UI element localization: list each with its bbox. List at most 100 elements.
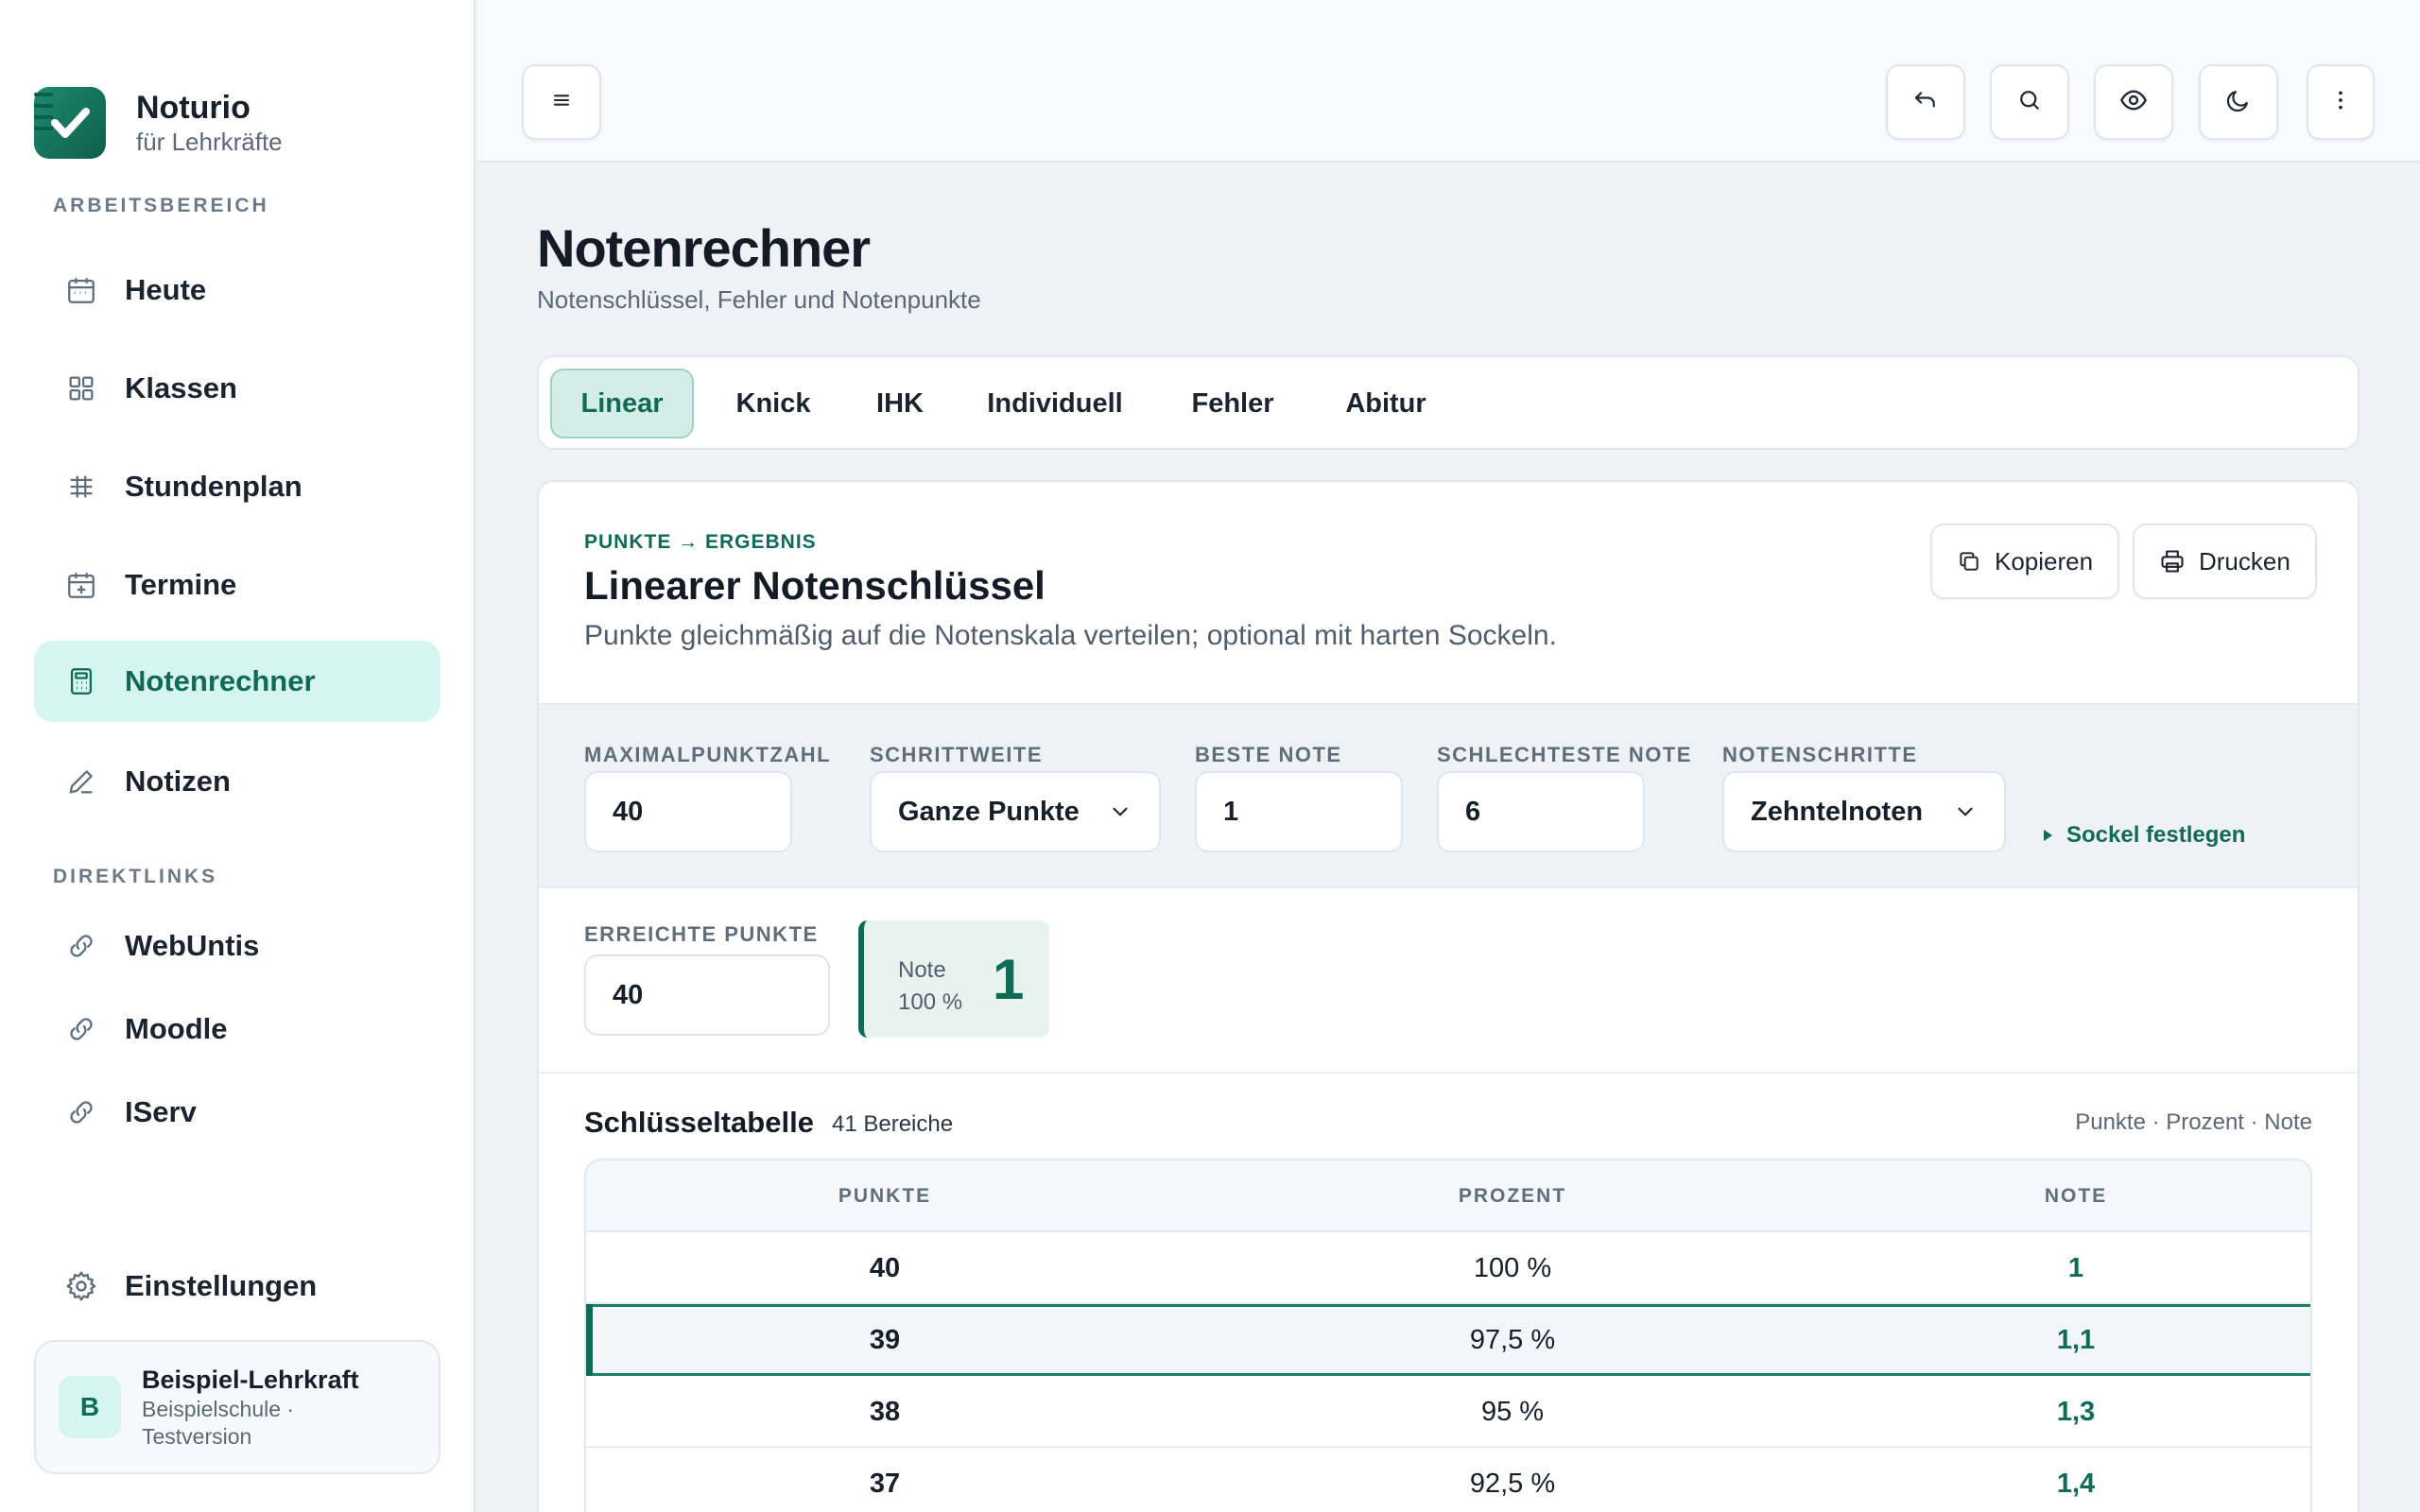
sidebar-link-moodle[interactable]: Moodle: [34, 988, 441, 1070]
sidebar-link-iserv[interactable]: IServ: [34, 1072, 441, 1153]
step-select[interactable]: Ganze Punkte: [870, 771, 1161, 852]
undo-button[interactable]: [1886, 64, 1965, 140]
cell-grade: 1,1: [2056, 1325, 2096, 1355]
calculator-icon: [62, 662, 100, 700]
tab-individuell[interactable]: Individuell: [966, 369, 1144, 438]
print-button[interactable]: Drucken: [2133, 524, 2317, 599]
best-grade-label: BESTE NOTE: [1195, 743, 1342, 766]
sidebar-item-label: Notenrechner: [125, 664, 316, 697]
cell-points: 38: [869, 1397, 901, 1427]
grade-result: Note 100 % 1: [858, 920, 1049, 1038]
card-title: Linearer Notenschlüssel: [584, 563, 1046, 608]
note-label: Note: [898, 957, 946, 983]
mode-tabs: Linear Knick IHK Individuell Fehler Abit…: [537, 355, 2360, 450]
table-row[interactable]: 37 92,5 % 1,4: [586, 1448, 2310, 1512]
sidebar-link-label: IServ: [125, 1095, 197, 1128]
sidebar-item-heute[interactable]: Heute: [34, 249, 441, 331]
link-icon: [62, 1010, 100, 1048]
undo-icon: [1911, 86, 1940, 119]
print-label: Drucken: [2199, 546, 2290, 576]
printer-icon: [2159, 548, 2186, 575]
chevron-down-icon: [1108, 799, 1132, 832]
sidebar-item-label: Einstellungen: [125, 1269, 318, 1302]
sidebar-item-klassen[interactable]: Klassen: [34, 348, 441, 429]
sidebar-item-stundenplan[interactable]: Stundenplan: [34, 446, 441, 527]
table-title: Schlüsseltabelle: [584, 1106, 814, 1139]
table-count: 41 Bereiche: [832, 1111, 954, 1137]
sidebar-item-label: Notizen: [125, 765, 231, 798]
link-icon: [62, 927, 100, 965]
tab-abitur[interactable]: Abitur: [1320, 369, 1452, 438]
sidebar-item-einstellungen[interactable]: Einstellungen: [34, 1246, 441, 1327]
cell-percent: 100 %: [1473, 1253, 1552, 1283]
cell-points: 39: [869, 1325, 901, 1355]
calendar-plus-icon: [62, 566, 100, 604]
note-percent: 100 %: [898, 989, 963, 1015]
brand[interactable]: Noturio für Lehrkräfte: [34, 87, 283, 159]
page-subtitle: Notenschlüssel, Fehler und Notenpunkte: [537, 285, 981, 314]
sidebar-item-termine[interactable]: Termine: [34, 544, 441, 626]
grade-steps-select[interactable]: Zehntelnoten: [1722, 771, 2006, 852]
menu-button[interactable]: [522, 64, 601, 140]
user-edition: Testversion: [142, 1424, 252, 1449]
worst-grade-input[interactable]: 6: [1437, 771, 1645, 852]
table-header: PUNKTE PROZENT NOTE: [586, 1160, 2310, 1232]
sidebar-item-notizen[interactable]: Notizen: [34, 741, 441, 822]
parameters-panel: MAXIMALPUNKTZAHL 40 SCHRITTWEITE Ganze P…: [539, 703, 2358, 888]
timetable-icon: [62, 468, 100, 506]
tab-fehler[interactable]: Fehler: [1167, 369, 1299, 438]
cell-grade: 1,3: [2056, 1397, 2096, 1427]
cell-points: 40: [869, 1253, 901, 1283]
copy-button[interactable]: Kopieren: [1930, 524, 2120, 599]
tab-linear[interactable]: Linear: [550, 369, 694, 438]
search-icon: [2015, 86, 2044, 119]
table-row-highlighted[interactable]: 39 97,5 % 1,1: [586, 1304, 2310, 1376]
achieved-points-input[interactable]: 40: [584, 954, 830, 1036]
max-points-input[interactable]: 40: [584, 771, 792, 852]
worst-grade-label: SCHLECHTESTE NOTE: [1437, 743, 1692, 766]
moon-icon: [2224, 86, 2253, 119]
more-vertical-icon: [2327, 87, 2354, 118]
sidebar-item-label: Stundenplan: [125, 470, 302, 503]
logo-checkmark-icon: [34, 87, 106, 159]
tab-knick[interactable]: Knick: [715, 369, 832, 438]
grade-steps-value: Zehntelnoten: [1751, 796, 1924, 827]
pen-icon: [62, 763, 100, 800]
page-title: Notenrechner: [537, 218, 871, 278]
grade-steps-label: NOTENSCHRITTE: [1722, 743, 1918, 766]
note-value: 1: [993, 948, 1025, 1011]
gear-icon: [62, 1267, 100, 1305]
copy-icon: [1957, 549, 1981, 574]
section-label-links: DIREKTLINKS: [53, 866, 218, 887]
calendar-icon: [62, 271, 100, 309]
tab-ihk[interactable]: IHK: [856, 369, 943, 438]
step-value: Ganze Punkte: [898, 796, 1080, 827]
section-label-workspace: ARBEITSBEREICH: [53, 195, 269, 216]
sidebar-item-label: Heute: [125, 273, 207, 306]
chevron-down-icon: [1953, 799, 1978, 832]
cell-percent: 97,5 %: [1469, 1325, 1556, 1355]
sidebar-link-webuntis[interactable]: WebUntis: [34, 905, 441, 987]
table-row[interactable]: 38 95 % 1,3: [586, 1376, 2310, 1448]
column-header-grade: NOTE: [2044, 1185, 2108, 1207]
preview-button[interactable]: [2094, 64, 2173, 140]
caret-right-icon: [2040, 828, 2055, 843]
sidebar-item-notenrechner[interactable]: Notenrechner: [34, 641, 441, 722]
search-button[interactable]: [1990, 64, 2069, 140]
divider: [539, 1072, 2358, 1074]
grid-icon: [62, 369, 100, 407]
achieved-points-label: ERREICHTE PUNKTE: [584, 922, 819, 946]
more-button[interactable]: [2307, 64, 2375, 140]
sockel-label: Sockel festlegen: [2066, 822, 2246, 848]
table-row[interactable]: 40 100 % 1: [586, 1232, 2310, 1304]
best-grade-input[interactable]: 1: [1195, 771, 1403, 852]
max-points-label: MAXIMALPUNKTZAHL: [584, 743, 832, 766]
topbar: [477, 0, 2420, 163]
card-eyebrow: PUNKTE → ERGEBNIS: [584, 531, 817, 553]
user-card[interactable]: B Beispiel-Lehrkraft Beispielschule · Te…: [34, 1340, 441, 1474]
cell-grade: 1,4: [2056, 1469, 2096, 1499]
copy-label: Kopieren: [1995, 546, 2094, 576]
dark-mode-button[interactable]: [2199, 64, 2278, 140]
sockel-toggle[interactable]: Sockel festlegen: [2040, 822, 2245, 849]
card-description: Punkte gleichmäßig auf die Notenskala ve…: [584, 620, 1557, 651]
